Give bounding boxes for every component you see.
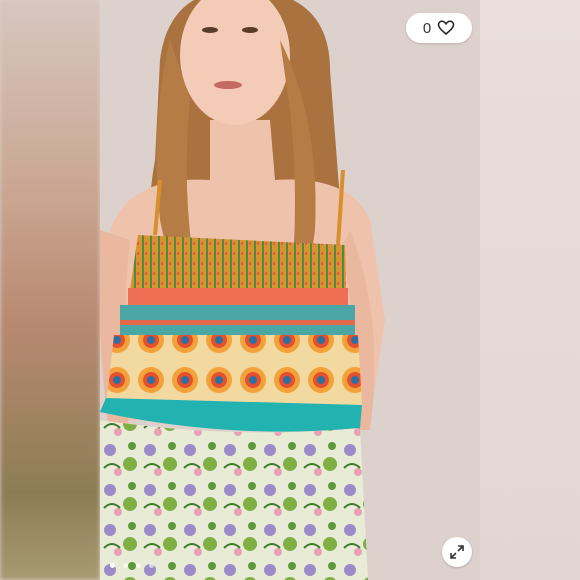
heart-outline-icon bbox=[437, 20, 455, 35]
model-illustration bbox=[100, 0, 480, 580]
expand-button[interactable] bbox=[442, 537, 472, 567]
like-count: 0 bbox=[422, 19, 432, 37]
expand-arrows-icon bbox=[450, 545, 464, 559]
blurred-backdrop-right bbox=[480, 0, 580, 580]
product-photo[interactable] bbox=[100, 0, 480, 580]
like-button[interactable]: 0 bbox=[406, 13, 472, 43]
image-viewer[interactable]: 0 bbox=[0, 0, 580, 580]
pagination-dot-2[interactable] bbox=[123, 563, 128, 568]
gallery-pagination bbox=[110, 563, 154, 568]
pagination-dot-1[interactable] bbox=[110, 563, 115, 568]
pagination-dot-3[interactable] bbox=[136, 563, 141, 568]
pagination-dot-4[interactable] bbox=[149, 563, 154, 568]
blurred-backdrop-left bbox=[0, 0, 100, 580]
